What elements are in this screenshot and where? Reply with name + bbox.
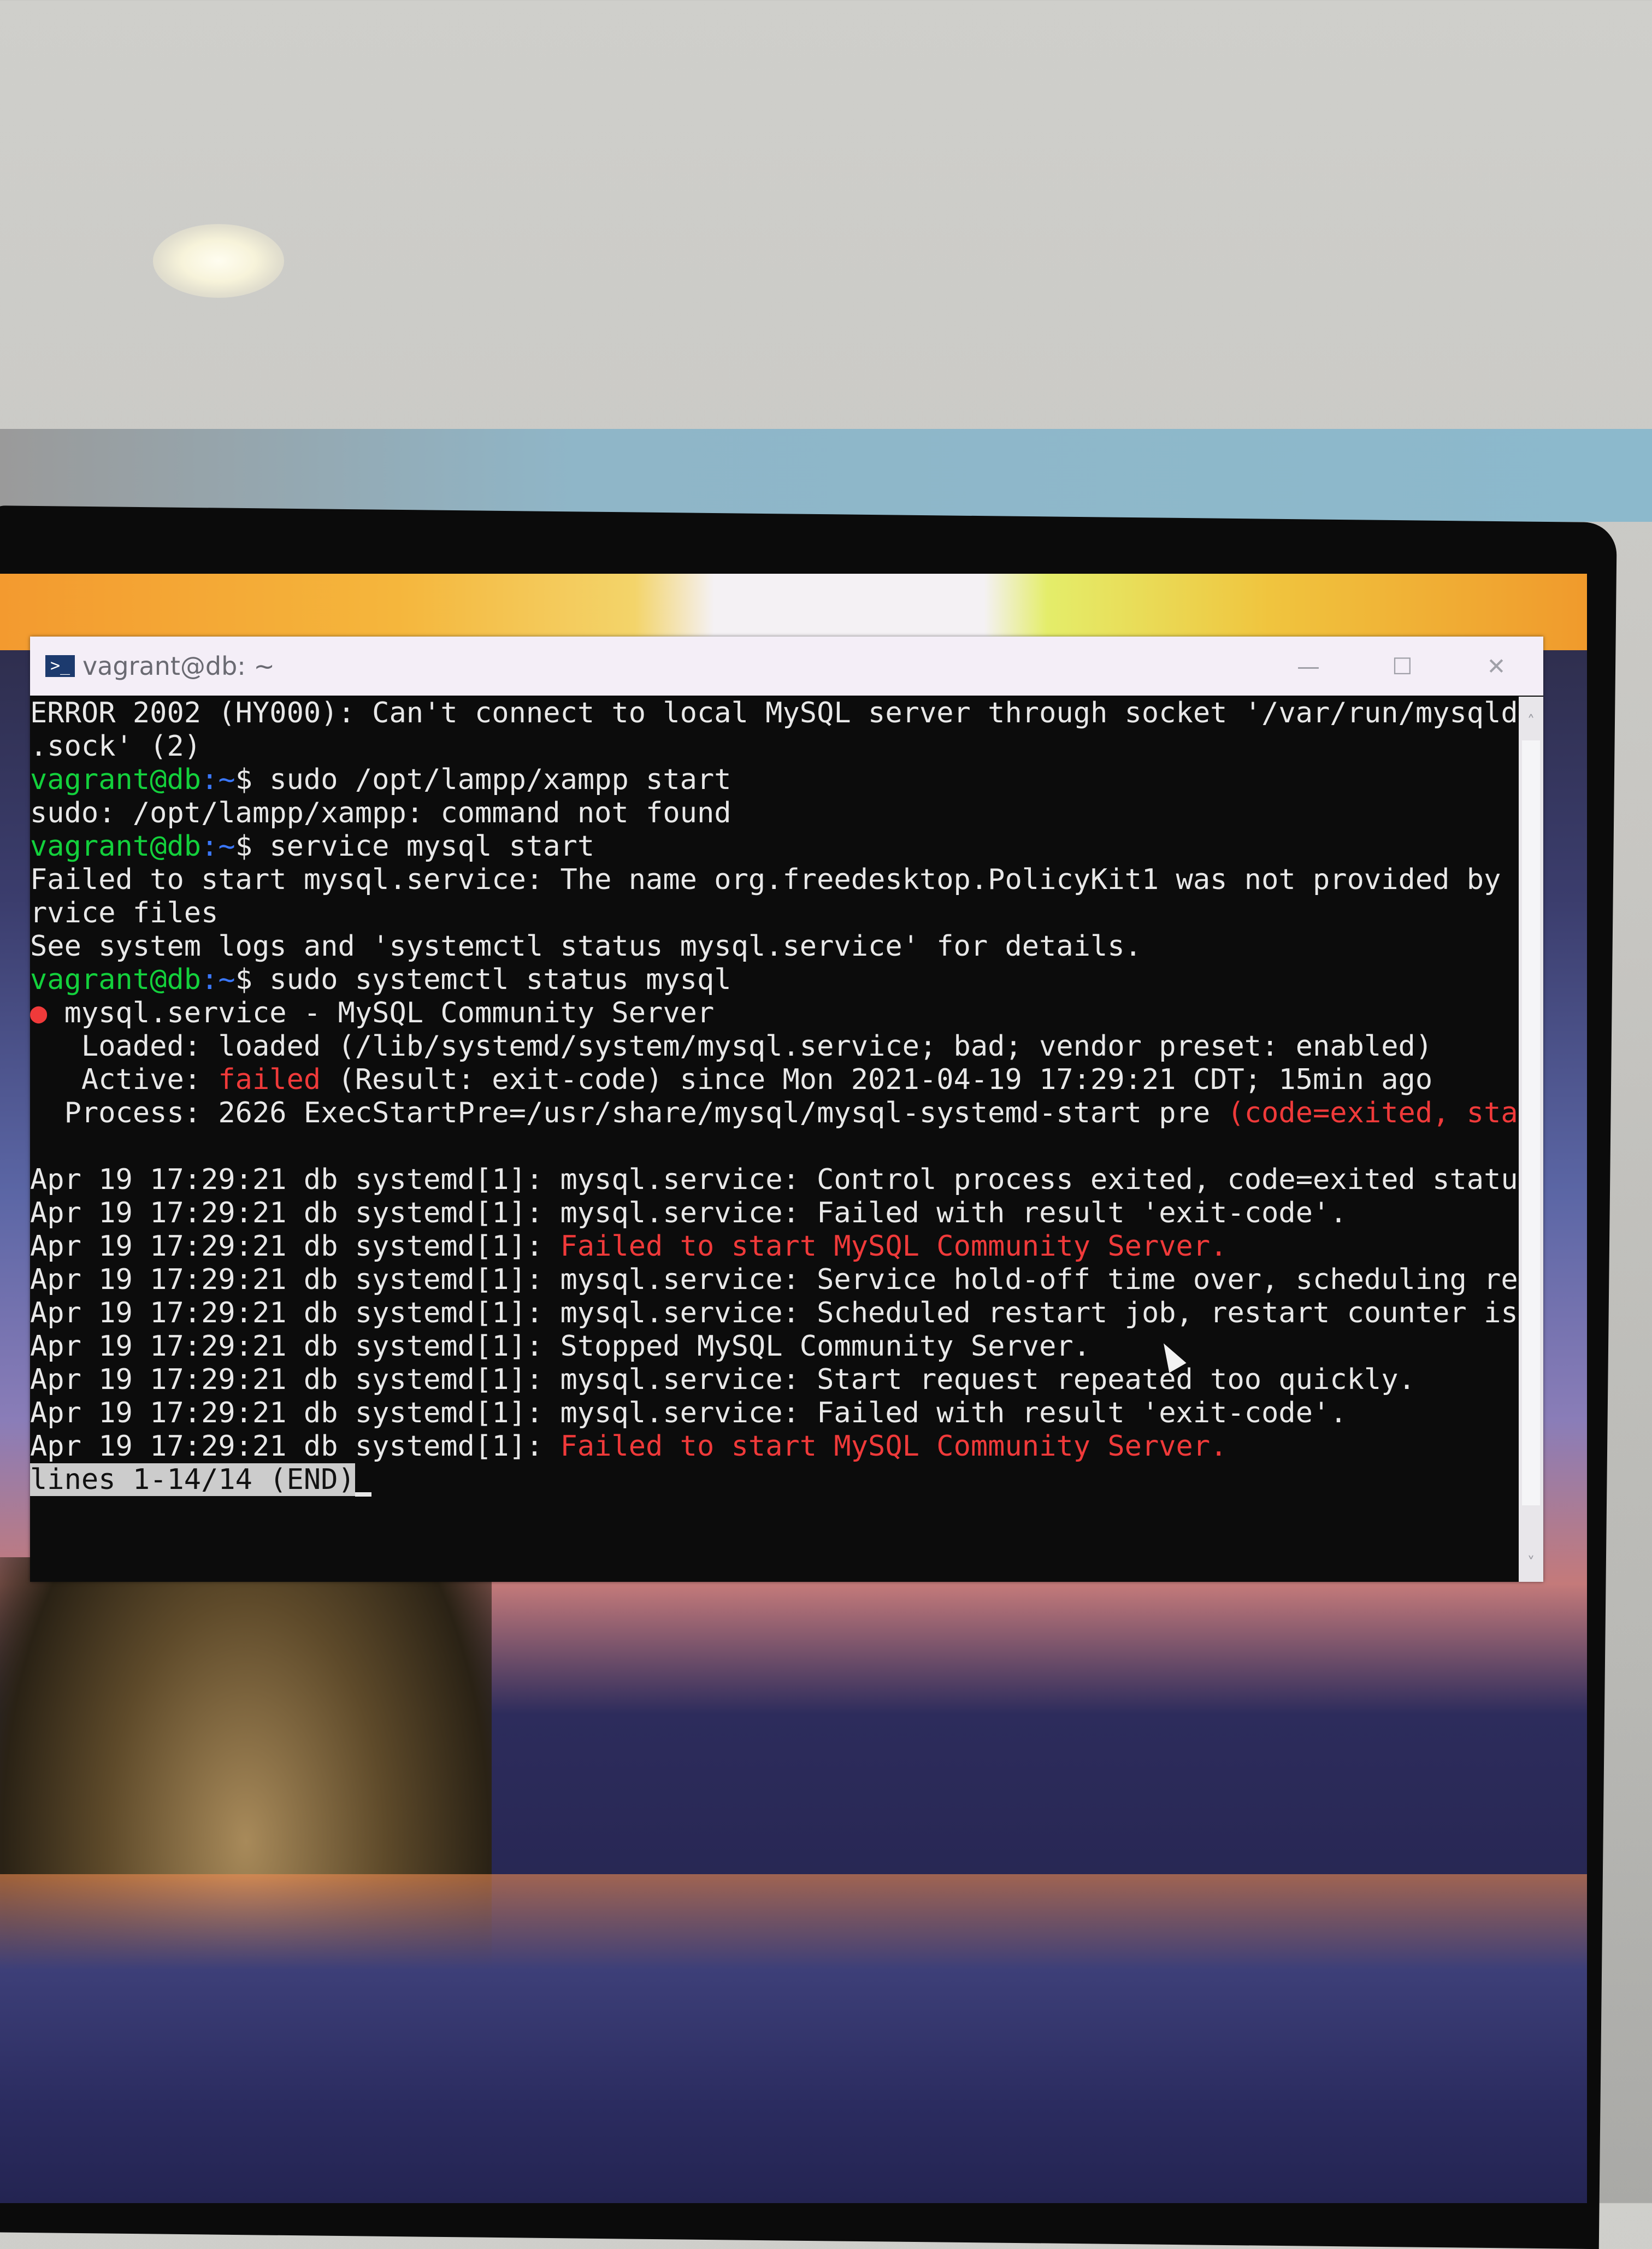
scroll-down-arrow-icon[interactable]: ˅: [1519, 1549, 1543, 1576]
log-prefix: Apr 19 17:29:21 db systemd[1]:: [30, 1163, 560, 1196]
status-dot-icon: ●: [30, 997, 48, 1029]
log-message: mysql.service: Failed with result 'exit-…: [560, 1197, 1347, 1229]
process-exit-code: (code=exited, status=1/F: [1227, 1097, 1519, 1129]
log-prefix: Apr 19 17:29:21 db systemd[1]:: [30, 1330, 560, 1363]
pager-line[interactable]: lines 1-14/14 (END): [30, 1463, 1519, 1497]
prompt-user-host: vagrant@db: [30, 763, 202, 796]
log-line: Apr 19 17:29:21 db systemd[1]: mysql.ser…: [30, 1163, 1519, 1197]
active-detail: (Result: exit-code) since Mon 2021-04-19…: [321, 1063, 1433, 1096]
process-detail: Process: 2626 ExecStartPre=/usr/share/my…: [30, 1097, 1228, 1129]
log-message: mysql.service: Control process exited, c…: [560, 1163, 1519, 1196]
service-title-line: ● mysql.service - MySQL Community Server: [30, 997, 1519, 1030]
log-line: Apr 19 17:29:21 db systemd[1]: mysql.ser…: [30, 1197, 1519, 1230]
log-line: Apr 19 17:29:21 db systemd[1]: Stopped M…: [30, 1330, 1519, 1363]
prompt-path: :~: [201, 763, 235, 796]
scrollbar-thumb[interactable]: [1522, 740, 1540, 1505]
prompt-symbol: $: [235, 963, 253, 996]
log-prefix: Apr 19 17:29:21 db systemd[1]:: [30, 1430, 560, 1463]
command-text: service mysql start: [252, 830, 595, 863]
active-label: Active:: [30, 1063, 219, 1096]
log-message: Stopped MySQL Community Server.: [560, 1330, 1091, 1363]
ceiling-light: [153, 224, 284, 298]
log-prefix: Apr 19 17:29:21 db systemd[1]:: [30, 1197, 560, 1229]
process-line: Process: 2626 ExecStartPre=/usr/share/my…: [30, 1097, 1519, 1130]
prompt-symbol: $: [235, 830, 253, 863]
command-text: sudo /opt/lampp/xampp start: [252, 763, 731, 796]
desktop-wallpaper-waves: [0, 1874, 1587, 2203]
active-line: Active: failed (Result: exit-code) since…: [30, 1063, 1519, 1097]
terminal-window[interactable]: >_ vagrant@db: ~ — ☐ ✕ ERROR 2002 (HY000…: [30, 637, 1543, 1582]
output-line: See system logs and 'systemctl status my…: [30, 930, 1142, 963]
terminal-output[interactable]: ERROR 2002 (HY000): Can't connect to loc…: [30, 697, 1519, 1582]
output-line: sudo: /opt/lampp/xampp: command not foun…: [30, 797, 731, 829]
log-prefix: Apr 19 17:29:21 db systemd[1]:: [30, 1263, 560, 1296]
log-message: mysql.service: Service hold-off time ove…: [560, 1263, 1519, 1296]
command-line: vagrant@db:~$ sudo systemctl status mysq…: [30, 963, 1519, 997]
log-message-error: Failed to start MySQL Community Server.: [560, 1430, 1228, 1463]
log-line: Apr 19 17:29:21 db systemd[1]: Failed to…: [30, 1430, 1519, 1463]
log-line: Apr 19 17:29:21 db systemd[1]: mysql.ser…: [30, 1263, 1519, 1297]
log-message-error: Failed to start MySQL Community Server.: [560, 1230, 1228, 1263]
log-prefix: Apr 19 17:29:21 db systemd[1]:: [30, 1397, 560, 1429]
pager-status: lines 1-14/14 (END): [30, 1463, 355, 1496]
log-line: Apr 19 17:29:21 db systemd[1]: mysql.ser…: [30, 1363, 1519, 1397]
output-line: .sock' (2): [30, 730, 202, 763]
log-prefix: Apr 19 17:29:21 db systemd[1]:: [30, 1230, 560, 1263]
title-bar[interactable]: >_ vagrant@db: ~ — ☐ ✕: [30, 637, 1543, 696]
minimize-button[interactable]: —: [1261, 637, 1355, 696]
log-message: mysql.service: Start request repeated to…: [560, 1363, 1415, 1396]
active-status: failed: [218, 1063, 321, 1096]
prompt-path: :~: [201, 963, 235, 996]
service-title: mysql.service - MySQL Community Server: [47, 997, 715, 1029]
command-text: sudo systemctl status mysql: [252, 963, 731, 996]
log-message: mysql.service: Scheduled restart job, re…: [560, 1297, 1519, 1329]
loaded-line: Loaded: loaded (/lib/systemd/system/mysq…: [30, 1030, 1433, 1063]
scroll-up-arrow-icon[interactable]: ˄: [1519, 708, 1543, 735]
command-line: vagrant@db:~$ service mysql start: [30, 830, 1519, 863]
vertical-scrollbar[interactable]: ˄ ˅: [1519, 697, 1543, 1582]
prompt-user-host: vagrant@db: [30, 963, 202, 996]
maximize-button[interactable]: ☐: [1355, 637, 1449, 696]
log-prefix: Apr 19 17:29:21 db systemd[1]:: [30, 1363, 560, 1396]
log-line: Apr 19 17:29:21 db systemd[1]: mysql.ser…: [30, 1397, 1519, 1430]
text-cursor: [355, 1492, 371, 1497]
command-line: vagrant@db:~$ sudo /opt/lampp/xampp star…: [30, 763, 1519, 797]
log-message: mysql.service: Failed with result 'exit-…: [560, 1397, 1347, 1429]
prompt-symbol: $: [235, 763, 253, 796]
output-line: ERROR 2002 (HY000): Can't connect to loc…: [30, 697, 1519, 729]
window-controls: — ☐ ✕: [1261, 637, 1543, 696]
output-line: rvice files: [30, 897, 219, 929]
log-line: Apr 19 17:29:21 db systemd[1]: Failed to…: [30, 1230, 1519, 1263]
log-prefix: Apr 19 17:29:21 db systemd[1]:: [30, 1297, 560, 1329]
log-line: Apr 19 17:29:21 db systemd[1]: mysql.ser…: [30, 1297, 1519, 1330]
powershell-terminal-icon: >_: [45, 655, 75, 677]
window-title: vagrant@db: ~: [82, 651, 275, 681]
prompt-path: :~: [201, 830, 235, 863]
prompt-user-host: vagrant@db: [30, 830, 202, 863]
close-button[interactable]: ✕: [1449, 637, 1543, 696]
output-line: Failed to start mysql.service: The name …: [30, 863, 1519, 896]
